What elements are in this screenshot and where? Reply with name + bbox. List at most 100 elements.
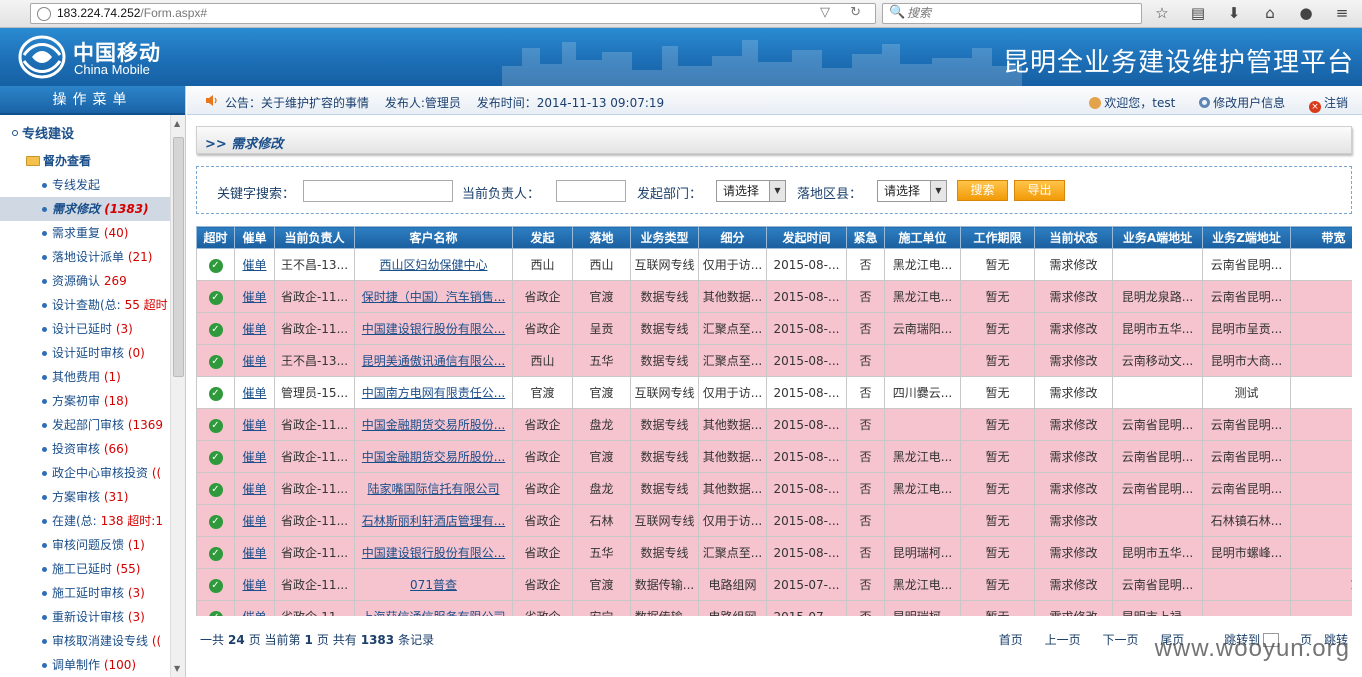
sidebar-item[interactable]: 需求重复 (40) xyxy=(0,221,170,245)
sidebar-item[interactable]: 审核问题反馈 (1) xyxy=(0,533,170,557)
search-button[interactable]: 搜索 xyxy=(957,180,1008,201)
sidebar-scrollbar[interactable]: ▲ ▼ xyxy=(170,115,185,677)
announcement-link[interactable]: 公告：关于维护扩容的事情 xyxy=(225,96,369,110)
urge-link[interactable]: 催单 xyxy=(242,322,266,336)
table-row[interactable]: ✓ 催单 王不昌-13... 昆明美通傲讯通信有限公... 西山 五华 数据专线 汇聚点至..… xyxy=(196,344,1352,377)
urge-cell: 催单 xyxy=(234,408,275,441)
dept-select[interactable]: 请选择 ▼ xyxy=(716,180,786,202)
district-select[interactable]: 请选择 ▼ xyxy=(877,180,947,202)
urge-link[interactable]: 催单 xyxy=(242,514,266,528)
address-bar[interactable]: 183.224.74.252/Form.aspx# ▽ ↻ xyxy=(30,3,876,24)
table-row[interactable]: ✓ 催单 省政企-11...上海获信通信服务有限公司省政企安宁数据传输...电路组网… xyxy=(196,600,1352,616)
urge-link[interactable]: 催单 xyxy=(242,578,266,592)
browser-search[interactable]: 🔍 xyxy=(882,3,1142,24)
sidebar-item[interactable]: 其他费用 (1) xyxy=(0,365,170,389)
urge-link[interactable]: 催单 xyxy=(242,546,266,560)
customer-link[interactable]: 071普查 xyxy=(354,568,513,601)
customer-link[interactable]: 西山区妇幼保健中心 xyxy=(354,248,513,281)
urge-link[interactable]: 催单 xyxy=(242,418,266,432)
download-icon[interactable]: ⬇ xyxy=(1222,3,1246,23)
sidebar-item[interactable]: 方案审核 (31) xyxy=(0,485,170,509)
globe-icon xyxy=(37,7,51,21)
addr-a-cell: 云南省昆明... xyxy=(1112,472,1203,505)
sidebar-item[interactable]: 重新设计审核 (3) xyxy=(0,605,170,629)
sidebar-item[interactable]: 政企中心审核投资 (( xyxy=(0,461,170,485)
table-row[interactable]: ✓ 催单 省政企-11... 中国金融期货交易所股份... 省政企 官渡 数据专线 其他数据.… xyxy=(196,440,1352,473)
browser-search-input[interactable] xyxy=(907,6,1127,20)
sub-cell: 其他数据... xyxy=(698,472,767,505)
speaker-icon xyxy=(206,95,217,106)
home-icon[interactable]: ⌂ xyxy=(1258,3,1282,23)
urge-link[interactable]: 催单 xyxy=(242,482,266,496)
sidebar-item[interactable]: 落地设计派单 (21) xyxy=(0,245,170,269)
customer-link[interactable]: 上海获信通信服务有限公司 xyxy=(354,600,513,616)
menu-subgroup-supervise[interactable]: 督办查看 xyxy=(26,152,91,169)
sidebar-item[interactable]: 施工延时审核 (3) xyxy=(0,581,170,605)
export-button[interactable]: 导出 xyxy=(1014,180,1065,201)
menu-group-dedicated-line[interactable]: 专线建设 xyxy=(12,123,74,142)
sidebar-item[interactable]: 设计延时审核 (0) xyxy=(0,341,170,365)
chat-icon[interactable]: ● xyxy=(1294,3,1318,23)
table-row[interactable]: ✓ 催单 省政企-11... 石林斯丽利轩酒店管理有... 省政企 石林 互联网专线 仅用于访… xyxy=(196,504,1352,537)
sidebar-item[interactable]: 资源确认 269 xyxy=(0,269,170,293)
scroll-down-icon[interactable]: ▼ xyxy=(174,664,180,673)
table-row[interactable]: ✓ 催单 省政企-11... 071普查 省政企 官渡 数据传输... 电路组网 2015-07… xyxy=(196,568,1352,601)
keyword-input[interactable] xyxy=(303,180,453,202)
sidebar-item[interactable]: 施工已延时 (55) xyxy=(0,557,170,581)
table-row[interactable]: ✓ 催单 省政企-11... 中国建设银行股份有限公... 省政企 呈贡 数据专线 汇聚点至.… xyxy=(196,312,1352,345)
urge-link[interactable]: 催单 xyxy=(242,258,266,272)
next-page-link[interactable]: 下一页 xyxy=(1102,633,1138,647)
customer-link[interactable]: 石林斯丽利轩酒店管理有... xyxy=(354,504,513,537)
urge-link[interactable]: 催单 xyxy=(242,450,266,464)
scroll-thumb[interactable] xyxy=(173,137,184,377)
prev-page-link[interactable]: 上一页 xyxy=(1045,633,1081,647)
customer-link[interactable]: 陆家嘴国际信托有限公司 xyxy=(354,472,513,505)
urge-link[interactable]: 催单 xyxy=(242,354,266,368)
menu-icon[interactable]: ≡ xyxy=(1330,3,1354,23)
skyline-decoration xyxy=(502,40,1022,86)
owner-cell: 省政企-11... xyxy=(274,568,355,601)
first-page-link[interactable]: 首页 xyxy=(999,633,1023,647)
sidebar-item-count: (1383) xyxy=(104,202,149,216)
table-row[interactable]: ✓ 催单 王不昌-13... 西山区妇幼保健中心 西山 西山 互联网专线 仅用于访... 201… xyxy=(196,248,1352,281)
owner-cell: 省政企-11... xyxy=(274,408,355,441)
customer-link[interactable]: 中国建设银行股份有限公... xyxy=(354,536,513,569)
customer-link[interactable]: 中国南方电网有限责任公... xyxy=(354,376,513,409)
table-row[interactable]: ✓ 催单 省政企-11... 保时捷（中国）汽车销售... 省政企 官渡 数据专线 其他数据.… xyxy=(196,280,1352,313)
column-header: 细分 xyxy=(698,226,767,249)
table-row[interactable]: ✓ 催单 省政企-11... 陆家嘴国际信托有限公司 省政企 盘龙 数据专线 其他数据... 2… xyxy=(196,472,1352,505)
table-row[interactable]: ✓ 催单 省政企-11... 中国金融期货交易所股份... 省政企 盘龙 数据专线 其他数据.… xyxy=(196,408,1352,441)
sidebar-item[interactable]: 发起部门审核 (1369 xyxy=(0,413,170,437)
customer-link[interactable]: 中国建设银行股份有限公... xyxy=(354,312,513,345)
urge-link[interactable]: 催单 xyxy=(242,610,266,616)
owner-input[interactable] xyxy=(556,180,626,202)
sidebar-item[interactable]: 方案初审 (18) xyxy=(0,389,170,413)
timeout-cell: ✓ xyxy=(196,376,235,409)
customer-link[interactable]: 昆明美通傲讯通信有限公... xyxy=(354,344,513,377)
sidebar-item[interactable]: 在建(总: 138 超时:1 xyxy=(0,509,170,533)
sidebar-item[interactable]: 设计已延时 (3) xyxy=(0,317,170,341)
sidebar-item[interactable]: 调单制作 (100) xyxy=(0,653,170,677)
sidebar-item[interactable]: 投资审核 (66) xyxy=(0,437,170,461)
table-row[interactable]: ✓ 催单 省政企-11... 中国建设银行股份有限公... 省政企 五华 数据专线 汇聚点至.… xyxy=(196,536,1352,569)
timeout-cell: ✓ xyxy=(196,472,235,505)
sidebar-item[interactable]: 专线发起 xyxy=(0,173,170,197)
check-circle-icon: ✓ xyxy=(208,546,223,561)
urge-link[interactable]: 催单 xyxy=(242,386,266,400)
addr-z-cell: 云南省昆明... xyxy=(1202,280,1291,313)
bandwidth-cell: 100 xyxy=(1290,568,1352,601)
logout-link[interactable]: × 注销 xyxy=(1308,96,1348,113)
urge-link[interactable]: 催单 xyxy=(242,290,266,304)
dropdown-reload-icons[interactable]: ▽ ↻ xyxy=(820,5,869,20)
bookmark-star-icon[interactable]: ☆ xyxy=(1150,3,1174,23)
reading-list-icon[interactable]: ▤ xyxy=(1186,3,1210,23)
edit-user-link[interactable]: 修改用户信息 xyxy=(1199,96,1285,110)
customer-link[interactable]: 保时捷（中国）汽车销售... xyxy=(354,280,513,313)
sidebar-item[interactable]: 设计查勘(总: 55 超时 xyxy=(0,293,170,317)
sidebar-item[interactable]: 需求修改 (1383) xyxy=(0,197,170,221)
customer-link[interactable]: 中国金融期货交易所股份... xyxy=(354,408,513,441)
customer-link[interactable]: 中国金融期货交易所股份... xyxy=(354,440,513,473)
sidebar-item[interactable]: 审核取消建设专线 (( xyxy=(0,629,170,653)
scroll-up-icon[interactable]: ▲ xyxy=(174,119,180,128)
table-row[interactable]: ✓ 催单 管理员-15... 中国南方电网有限责任公... 官渡 官渡 互联网专线 仅用于访.… xyxy=(196,376,1352,409)
